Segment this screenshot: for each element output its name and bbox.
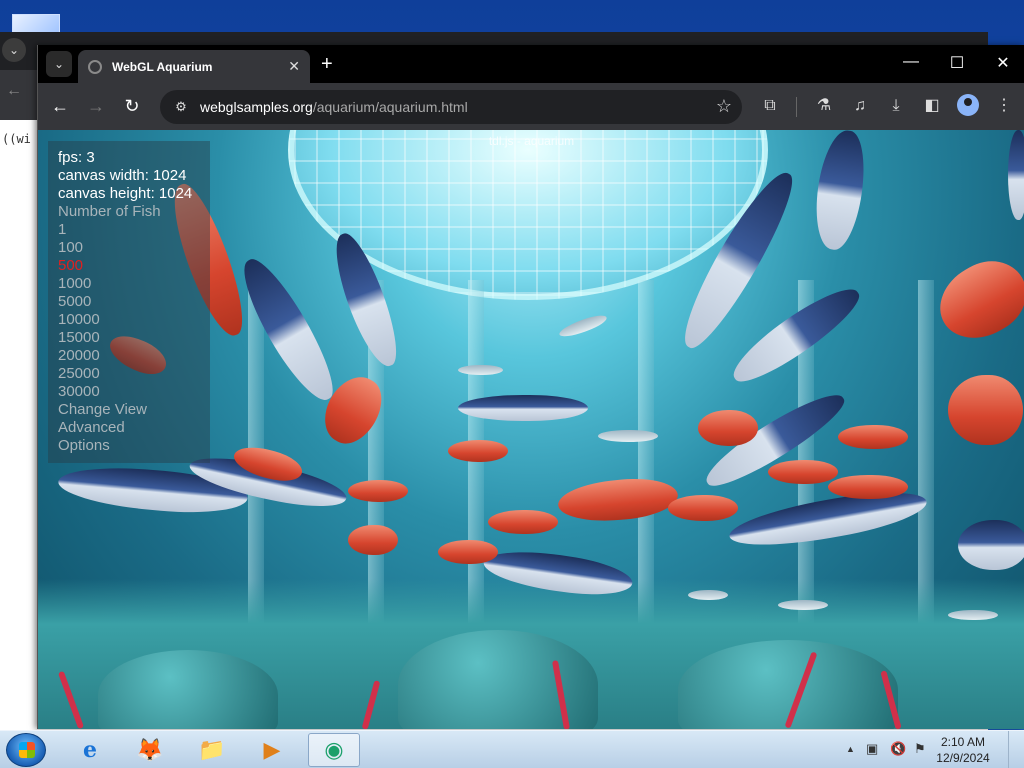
small-fish	[598, 430, 658, 442]
red-snapper-fish	[438, 540, 498, 564]
red-snapper-fish	[926, 247, 1024, 353]
close-window-button[interactable]: ✕	[988, 53, 1018, 73]
small-fish	[458, 365, 503, 375]
url-host: webglsamples.org	[200, 99, 313, 115]
tuna-fish	[958, 520, 1024, 570]
change-view-button[interactable]: Change View	[58, 401, 200, 419]
reload-button[interactable]: ↻	[120, 95, 144, 117]
fish-option-30000[interactable]: 30000	[58, 383, 200, 401]
tab-title: WebGL Aquarium	[112, 59, 213, 74]
fish-option-1000[interactable]: 1000	[58, 275, 200, 293]
new-tab-button[interactable]: +	[321, 53, 333, 75]
toolbar-separator	[796, 97, 797, 117]
browser-titlebar: ⌄ WebGL Aquarium ✕ + — ☐ ✕	[38, 45, 1024, 83]
browser-toolbar: ← → ↻ ⚙ webglsamples.org/aquarium/aquari…	[38, 83, 1024, 130]
red-snapper-fish	[348, 525, 398, 555]
bookmark-star-icon[interactable]: ☆	[716, 96, 732, 117]
canvas-width-readout: canvas width: 1024	[58, 167, 187, 184]
tab-search-button[interactable]: ⌄	[46, 51, 72, 77]
clock-date: 12/9/2024	[936, 751, 990, 765]
show-desktop-button[interactable]	[1008, 731, 1024, 768]
canvas-height-readout: canvas height: 1024	[58, 185, 193, 202]
extensions-icon[interactable]: ⧉	[758, 94, 782, 118]
options-button[interactable]: Options	[58, 437, 200, 455]
address-bar[interactable]: ⚙ webglsamples.org/aquarium/aquarium.htm…	[160, 90, 742, 124]
firefox-icon[interactable]: 🦊	[124, 733, 176, 767]
red-snapper-fish	[838, 425, 908, 449]
red-snapper-fish	[556, 474, 680, 526]
small-fish	[948, 610, 998, 620]
red-snapper-fish	[348, 480, 408, 502]
profile-avatar-icon[interactable]	[957, 94, 979, 116]
small-fish	[688, 590, 728, 600]
tuna-fish	[809, 130, 871, 253]
url-path: /aquarium/aquarium.html	[312, 99, 468, 115]
browser-window: ⌄ WebGL Aquarium ✕ + — ☐ ✕ ← → ↻ ⚙ webgl…	[37, 45, 1024, 729]
download-icon[interactable]: ⤓	[884, 94, 908, 118]
red-snapper-fish	[668, 495, 738, 521]
forward-button[interactable]: →	[84, 95, 108, 117]
red-snapper-fish	[768, 460, 838, 484]
action-center-flag-icon[interactable]: ⚑	[914, 741, 926, 757]
system-clock[interactable]: 2:10 AM 12/9/2024	[936, 734, 990, 766]
fish-option-20000[interactable]: 20000	[58, 347, 200, 365]
maximize-button[interactable]: ☐	[942, 53, 972, 73]
start-button[interactable]	[6, 733, 46, 767]
red-snapper-fish	[698, 410, 758, 446]
small-fish	[557, 311, 609, 341]
media-player-icon[interactable]: ▶	[246, 733, 298, 767]
background-back-button[interactable]: ←	[6, 82, 22, 100]
red-snapper-fish	[448, 440, 508, 462]
background-page-text: ((wi	[2, 132, 31, 146]
rock	[398, 630, 598, 729]
internet-explorer-icon[interactable]: e	[64, 733, 116, 767]
aquarium-controls-panel: fps: 3 canvas width: 1024 canvas height:…	[48, 141, 210, 463]
fish-option-15000[interactable]: 15000	[58, 329, 200, 347]
tuna-fish	[724, 277, 868, 393]
background-tab-search-button[interactable]: ⌄	[2, 38, 26, 62]
network-icon[interactable]: ▣	[866, 741, 878, 757]
menu-icon[interactable]: ⋮	[992, 94, 1016, 118]
fish-option-25000[interactable]: 25000	[58, 365, 200, 383]
red-snapper-fish	[488, 510, 558, 534]
tuna-fish	[458, 395, 588, 421]
chrome-icon[interactable]: ◉	[308, 733, 360, 767]
fish-option-500[interactable]: 500	[58, 257, 200, 275]
file-explorer-icon[interactable]: 📁	[186, 733, 238, 767]
minimize-button[interactable]: —	[896, 53, 926, 71]
labs-icon[interactable]: ⚗	[812, 94, 836, 118]
tab-close-icon[interactable]: ✕	[288, 58, 300, 75]
side-panel-icon[interactable]: ◧	[920, 94, 944, 118]
media-controls-icon[interactable]: ♫	[848, 94, 872, 118]
windows-logo-icon	[19, 742, 35, 758]
tab-webgl-aquarium[interactable]: WebGL Aquarium ✕	[78, 50, 310, 83]
fish-option-10000[interactable]: 10000	[58, 311, 200, 329]
globe-icon	[88, 59, 102, 74]
clock-time: 2:10 AM	[940, 735, 986, 749]
taskbar: e 🦊 📁 ▶ ◉ ▲ ▣ 🔇 ⚑ 2:10 AM 12/9/2024	[0, 730, 1024, 768]
small-fish	[778, 600, 828, 610]
site-info-icon[interactable]: ⚙	[172, 98, 190, 116]
fish-option-1[interactable]: 1	[58, 221, 200, 239]
fish-option-100[interactable]: 100	[58, 239, 200, 257]
fish-option-5000[interactable]: 5000	[58, 293, 200, 311]
red-snapper-fish	[828, 475, 908, 499]
aquarium-canvas[interactable]: tdl.js - aquarium fps: 3 canvas width: 1…	[38, 130, 1024, 729]
show-hidden-icons-icon[interactable]: ▲	[846, 744, 855, 754]
fps-readout: fps: 3	[58, 149, 95, 166]
number-of-fish-label: Number of Fish	[58, 203, 161, 220]
volume-muted-icon[interactable]: 🔇	[890, 741, 906, 757]
advanced-button[interactable]: Advanced	[58, 419, 200, 437]
back-button[interactable]: ←	[48, 95, 72, 117]
red-snapper-fish	[948, 375, 1023, 445]
